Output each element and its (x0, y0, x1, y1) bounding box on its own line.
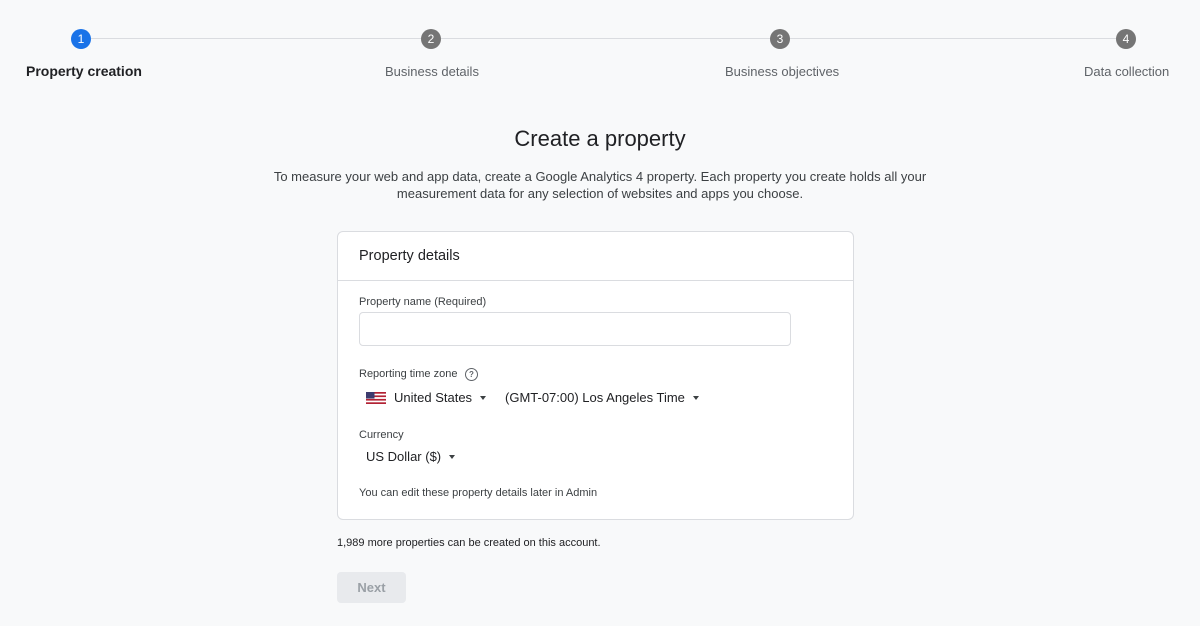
page-title: Create a property (514, 126, 686, 151)
time-zone-label: Reporting time zone (359, 368, 458, 380)
property-details-card: Property details Property name (Required… (337, 231, 854, 520)
currency-dropdown[interactable]: US Dollar ($) (366, 449, 456, 464)
caret-down-icon (480, 395, 487, 400)
currency-value: US Dollar ($) (366, 449, 442, 464)
help-icon[interactable]: ? (465, 368, 478, 381)
property-name-label: Property name (Required) (359, 296, 487, 308)
us-flag-icon (366, 391, 386, 404)
country-value: United States (394, 390, 473, 405)
step-3-label: Business objectives (725, 64, 840, 79)
step-4-indicator: 4 (1116, 29, 1136, 49)
time-zone-dropdown[interactable]: (GMT-07:00) Los Angeles Time (505, 390, 699, 405)
card-header: Property details (338, 232, 853, 281)
caret-down-icon (449, 454, 456, 459)
next-button[interactable]: Next (337, 572, 406, 603)
property-name-input[interactable] (359, 312, 791, 346)
edit-note: You can edit these property details late… (359, 487, 598, 499)
caret-down-icon (692, 395, 699, 400)
currency-label: Currency (359, 429, 404, 441)
step-3-indicator: 3 (770, 29, 790, 49)
step-4-label: Data collection (1084, 64, 1170, 79)
country-dropdown[interactable]: United States (366, 390, 487, 405)
property-count-text: 1,989 more properties can be created on … (337, 537, 601, 549)
step-connector (441, 38, 770, 39)
step-2-indicator: 2 (421, 29, 441, 49)
page-subtitle: To measure your web and app data, create… (273, 169, 927, 201)
time-zone-value: (GMT-07:00) Los Angeles Time (505, 390, 685, 405)
stepper: 1 2 3 4 Property creation Business detai… (0, 0, 1200, 100)
step-1-label: Property creation (26, 63, 142, 79)
step-1-indicator: 1 (71, 29, 91, 49)
step-connector (790, 38, 1116, 39)
step-connector (91, 38, 421, 39)
step-2-label: Business details (385, 64, 479, 79)
